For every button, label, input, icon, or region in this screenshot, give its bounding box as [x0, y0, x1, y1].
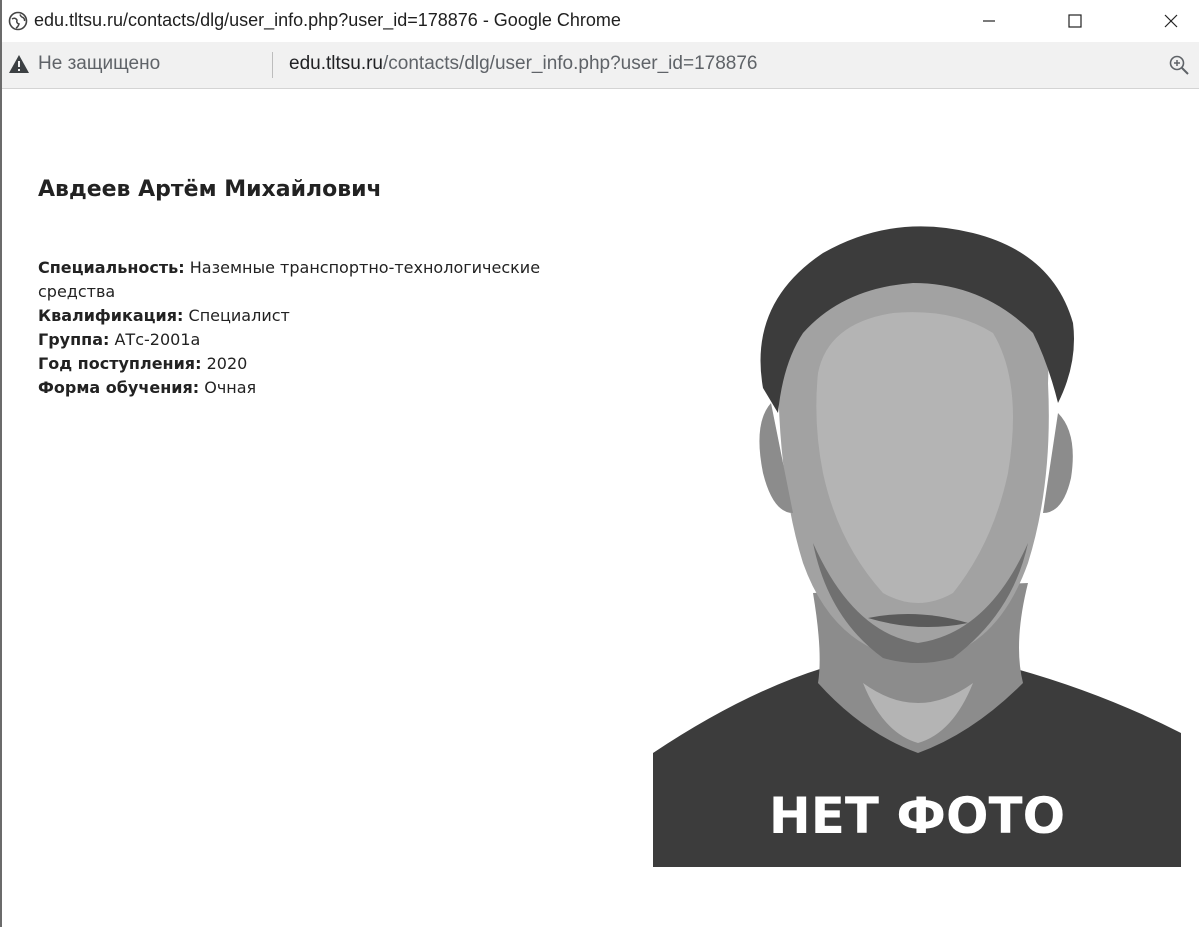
globe-icon	[8, 11, 28, 31]
no-photo-placeholder: НЕТ ФОТО	[653, 213, 1181, 867]
close-button[interactable]	[1143, 0, 1199, 42]
maximize-button[interactable]	[1047, 0, 1103, 42]
title-bar: edu.tltsu.ru/contacts/dlg/user_info.php?…	[2, 0, 1199, 42]
info-row-study-form: Форма обучения: Очная	[38, 376, 598, 400]
info-label: Квалификация:	[38, 306, 184, 325]
info-label: Год поступления:	[38, 354, 202, 373]
info-value: АТс-2001а	[114, 330, 201, 349]
photo-caption: НЕТ ФОТО	[769, 787, 1065, 845]
info-row-specialty: Специальность: Наземные транспортно-техн…	[38, 256, 598, 304]
info-row-group: Группа: АТс-2001а	[38, 328, 598, 352]
minimize-button[interactable]	[961, 0, 1017, 42]
profile-name: Авдеев Артём Михайлович	[38, 177, 382, 202]
url-text[interactable]: edu.tltsu.ru/contacts/dlg/user_info.php?…	[289, 53, 757, 75]
info-label: Группа:	[38, 330, 110, 349]
address-separator	[272, 52, 273, 78]
close-icon	[1164, 14, 1178, 28]
info-label: Специальность:	[38, 258, 185, 277]
info-value: Специалист	[188, 306, 290, 325]
info-row-qualification: Квалификация: Специалист	[38, 304, 598, 328]
info-label: Форма обучения:	[38, 378, 200, 397]
warning-icon[interactable]	[8, 54, 30, 74]
zoom-icon[interactable]	[1168, 54, 1190, 76]
page-content: Авдеев Артём Михайлович Специальность: Н…	[2, 89, 1199, 927]
profile-info: Специальность: Наземные транспортно-техн…	[38, 256, 598, 400]
minimize-icon	[983, 20, 995, 22]
security-label[interactable]: Не защищено	[38, 53, 160, 75]
url-host: edu.tltsu.ru	[289, 53, 383, 74]
address-bar[interactable]: Не защищено edu.tltsu.ru/contacts/dlg/us…	[2, 42, 1199, 89]
info-value: Очная	[204, 378, 257, 397]
maximize-icon	[1068, 14, 1082, 28]
info-row-enrollment-year: Год поступления: 2020	[38, 352, 598, 376]
info-value: 2020	[206, 354, 248, 373]
window-title: edu.tltsu.ru/contacts/dlg/user_info.php?…	[34, 10, 621, 30]
url-path: /contacts/dlg/user_info.php?user_id=1788…	[383, 53, 758, 74]
